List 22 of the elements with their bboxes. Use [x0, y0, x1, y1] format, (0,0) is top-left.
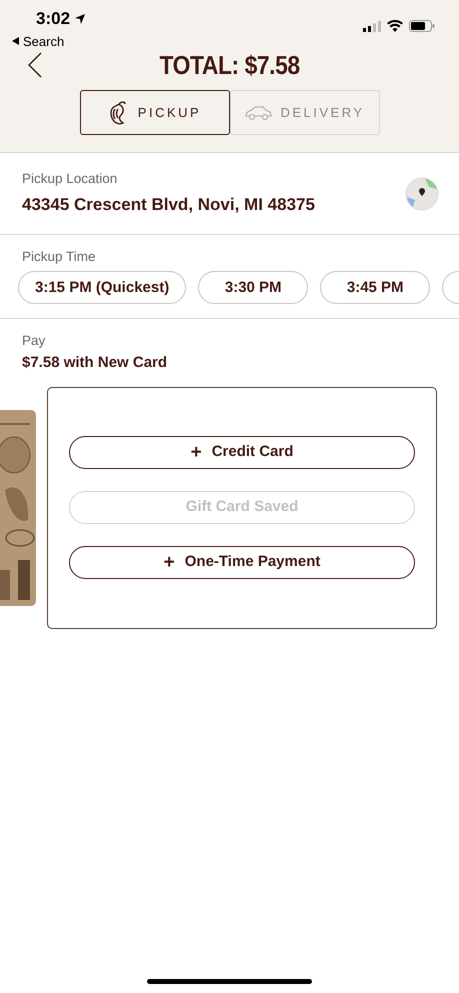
back-to-search-link[interactable]: Search: [23, 32, 64, 51]
location-arrow-icon: [74, 12, 86, 25]
time-option[interactable]: 3:30 PM: [198, 271, 308, 304]
section-label: Pickup Time: [21, 248, 97, 266]
back-triangle-icon: [12, 37, 19, 46]
payment-option-button[interactable]: + Credit Card: [69, 436, 415, 469]
time-option[interactable]: 3:45 PM: [320, 271, 430, 304]
payment-option-button[interactable]: + One-Time Payment: [69, 546, 415, 579]
payment-summary: $7.58 with New Card: [22, 353, 168, 374]
signal-icon: [363, 20, 381, 32]
battery-icon: [409, 20, 435, 32]
time-option[interactable]: 3:15 PM (Quickest): [18, 271, 186, 304]
section-label: Pickup Location: [22, 170, 118, 188]
status-time: 3:02: [36, 8, 70, 30]
total-title: TOTAL: $7.58: [159, 48, 300, 82]
car-icon: [244, 104, 272, 120]
wifi-icon: [387, 20, 403, 32]
pickup-address: 43345 Crescent Blvd, Novi, MI 48375: [22, 194, 315, 216]
back-chevron-icon[interactable]: [28, 52, 42, 78]
section-label: Pay: [22, 332, 46, 350]
map-pin-icon[interactable]: [405, 176, 439, 210]
order-type-tab[interactable]: PICKUP: [80, 90, 230, 135]
